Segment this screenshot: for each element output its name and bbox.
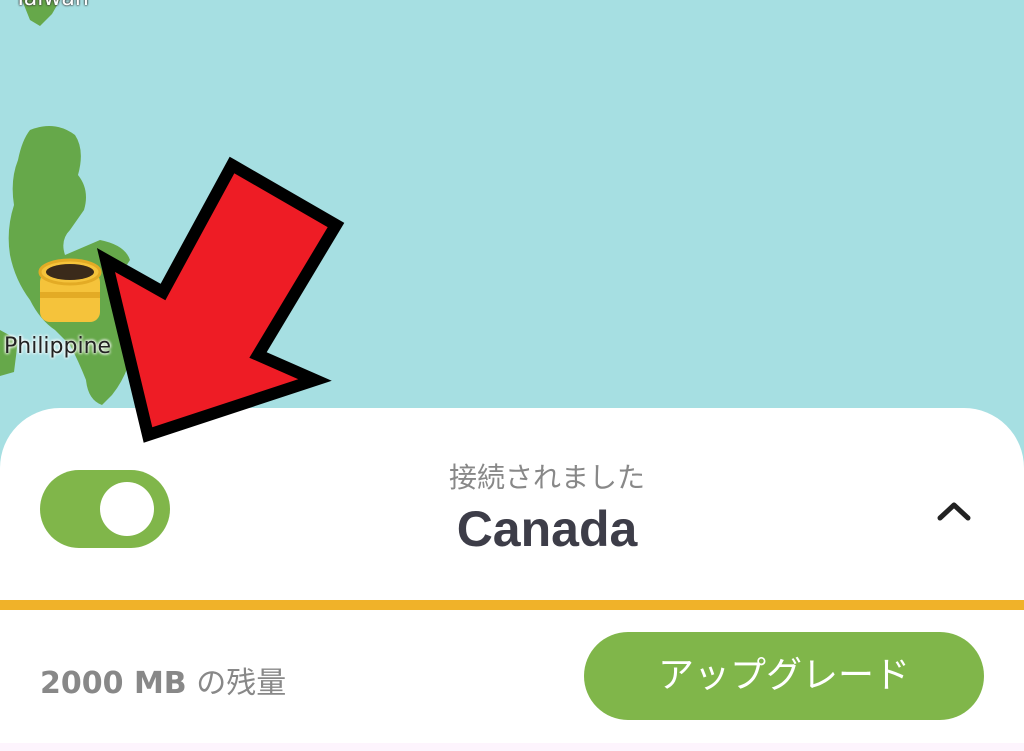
upgrade-button[interactable]: アップグレード xyxy=(584,632,984,720)
data-amount: 2000 MB xyxy=(40,666,187,701)
connection-status: 接続されました xyxy=(448,461,645,494)
connected-country[interactable]: Canada xyxy=(0,500,1024,558)
data-remaining: 2000 MB の残量 xyxy=(40,658,286,702)
data-usage-fill xyxy=(0,600,1024,610)
data-usage-bar xyxy=(0,600,1024,610)
vpn-app-screen: Taiwan Philippine 接続されました Canada 2000 MB… xyxy=(0,0,1024,751)
data-suffix: の残量 xyxy=(186,666,287,701)
map-label-philippines[interactable]: Philippine xyxy=(4,334,111,359)
chevron-up-icon[interactable] xyxy=(930,496,978,526)
bottom-strip xyxy=(0,743,1024,751)
map-label-taiwan: Taiwan xyxy=(14,0,89,11)
connection-panel: 接続されました Canada 2000 MB の残量 アップグレード xyxy=(0,408,1024,751)
server-pot-icon[interactable] xyxy=(38,258,102,322)
